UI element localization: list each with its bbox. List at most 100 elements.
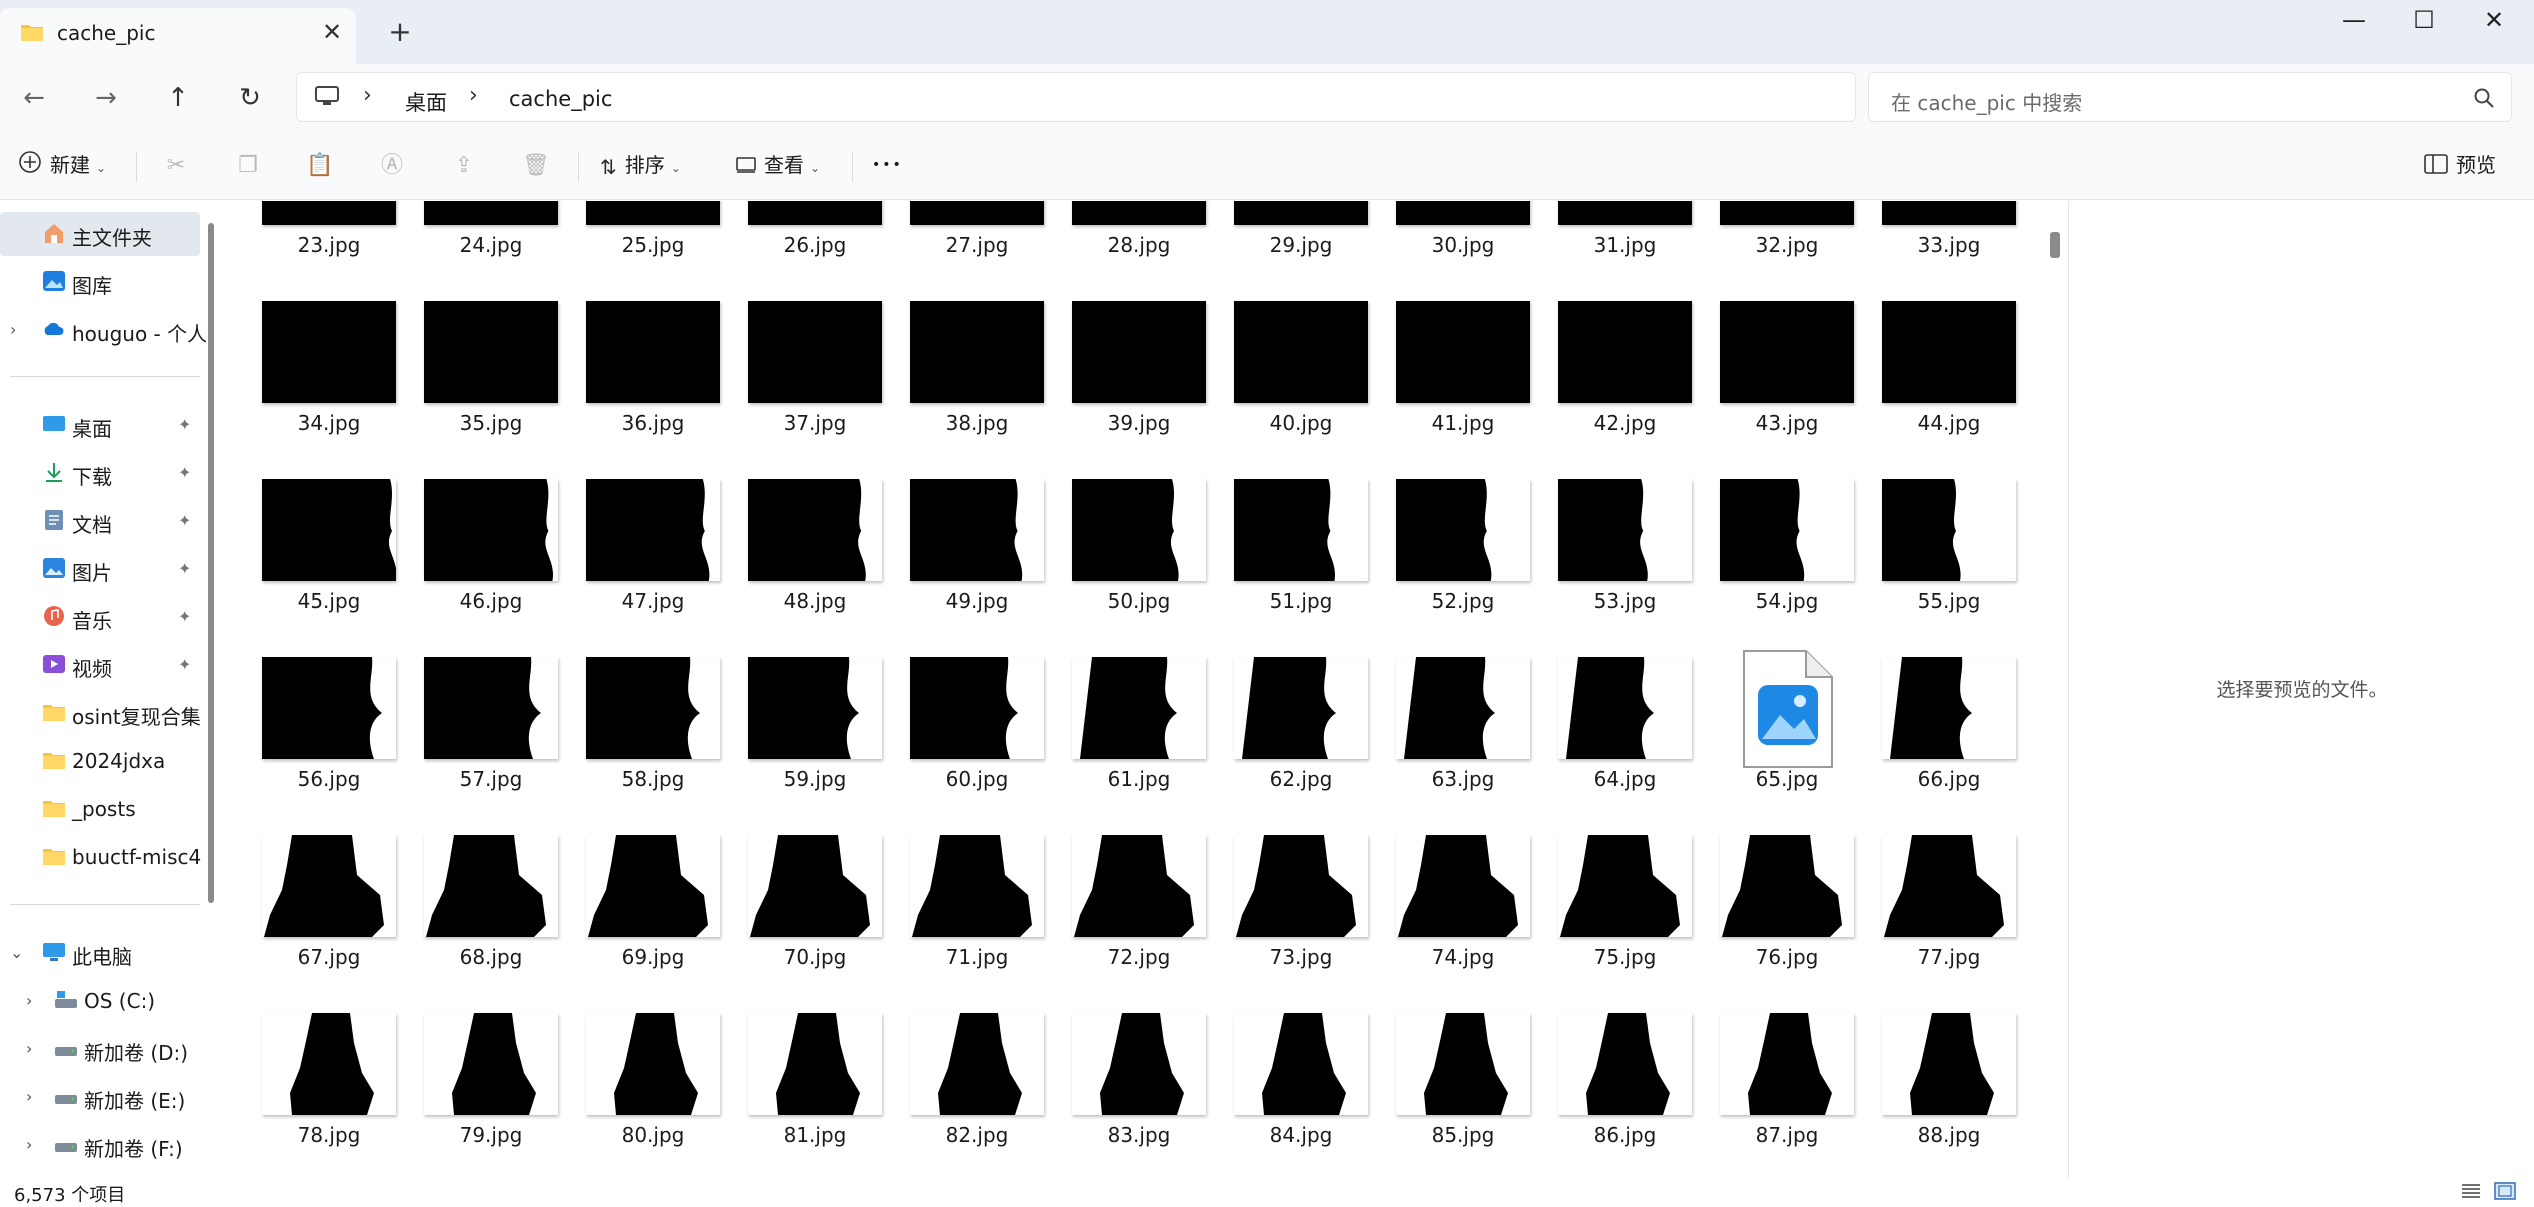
file-item[interactable]: 69.jpg bbox=[572, 835, 734, 1013]
sidebar-item-documents[interactable]: 文档 ✦ bbox=[0, 499, 200, 543]
file-item[interactable]: 38.jpg bbox=[896, 301, 1058, 479]
large-icons-view-icon[interactable] bbox=[2494, 1182, 2516, 1200]
file-item[interactable]: 86.jpg bbox=[1544, 1013, 1706, 1179]
file-item[interactable]: 37.jpg bbox=[734, 301, 896, 479]
file-item[interactable]: 50.jpg bbox=[1058, 479, 1220, 657]
file-item[interactable]: 76.jpg bbox=[1706, 835, 1868, 1013]
file-item[interactable]: 74.jpg bbox=[1382, 835, 1544, 1013]
maximize-button[interactable]: ☐ bbox=[2392, 0, 2456, 40]
file-item[interactable]: 66.jpg bbox=[1868, 657, 2030, 835]
file-grid[interactable]: 23.jpg 24.jpg 25.jpg 26.jpg 27.jpg 28.jpg 29.j… bbox=[228, 201, 2054, 1179]
file-item[interactable]: 34.jpg bbox=[248, 301, 410, 479]
sort-button[interactable]: ⇅ 排序 ⌄ bbox=[600, 144, 681, 186]
file-item[interactable]: 35.jpg bbox=[410, 301, 572, 479]
file-item[interactable]: 59.jpg bbox=[734, 657, 896, 835]
sidebar-item-this-pc[interactable]: ⌄ 此电脑 bbox=[0, 931, 200, 975]
rename-icon[interactable]: Ⓐ bbox=[376, 150, 408, 182]
file-item[interactable]: 64.jpg bbox=[1544, 657, 1706, 835]
sidebar-item-desktop[interactable]: 桌面 ✦ bbox=[0, 403, 200, 447]
sidebar-item-music[interactable]: 音乐 ✦ bbox=[0, 595, 200, 639]
sidebar-item-onedrive[interactable]: › houguo - 个人 bbox=[0, 308, 207, 352]
file-item[interactable]: 42.jpg bbox=[1544, 301, 1706, 479]
refresh-button[interactable]: ↻ bbox=[226, 76, 274, 120]
file-item[interactable]: 80.jpg bbox=[572, 1013, 734, 1179]
file-item[interactable]: 79.jpg bbox=[410, 1013, 572, 1179]
new-tab-button[interactable]: + bbox=[384, 16, 416, 48]
file-item[interactable]: 47.jpg bbox=[572, 479, 734, 657]
file-item[interactable]: 45.jpg bbox=[248, 479, 410, 657]
file-item[interactable]: 24.jpg bbox=[410, 201, 572, 301]
delete-icon[interactable]: 🗑 bbox=[520, 150, 552, 182]
sidebar-item-osint[interactable]: osint复现合集 bbox=[0, 691, 201, 735]
file-item[interactable]: 57.jpg bbox=[410, 657, 572, 835]
file-item[interactable]: 72.jpg bbox=[1058, 835, 1220, 1013]
file-grid-scrollbar[interactable] bbox=[2050, 232, 2060, 258]
file-item[interactable]: 78.jpg bbox=[248, 1013, 410, 1179]
chevron-right-icon[interactable]: › bbox=[26, 991, 32, 1010]
file-item[interactable]: 65.jpg bbox=[1706, 650, 1868, 835]
file-item[interactable]: 83.jpg bbox=[1058, 1013, 1220, 1179]
file-item[interactable]: 27.jpg bbox=[896, 201, 1058, 301]
file-item[interactable]: 88.jpg bbox=[1868, 1013, 2030, 1179]
file-item[interactable]: 85.jpg bbox=[1382, 1013, 1544, 1179]
sidebar-item-home[interactable]: 主文件夹 bbox=[0, 212, 200, 256]
breadcrumb-separator[interactable]: › bbox=[363, 83, 372, 108]
sidebar-item-gallery[interactable]: 图库 bbox=[0, 260, 200, 304]
view-button[interactable]: 查看 ⌄ bbox=[736, 144, 820, 186]
close-window-button[interactable]: ✕ bbox=[2462, 0, 2526, 40]
sidebar-item-drive-f[interactable]: › 新加卷 (F:) bbox=[0, 1123, 200, 1167]
preview-pane-button[interactable]: 预览 bbox=[2424, 144, 2496, 186]
file-item[interactable]: 40.jpg bbox=[1220, 301, 1382, 479]
forward-button[interactable]: → bbox=[82, 76, 130, 120]
sidebar-item-drive-d[interactable]: › 新加卷 (D:) bbox=[0, 1027, 200, 1071]
breadcrumb-separator[interactable]: › bbox=[469, 83, 478, 108]
file-item[interactable]: 53.jpg bbox=[1544, 479, 1706, 657]
chevron-right-icon[interactable]: › bbox=[26, 1135, 32, 1154]
address-bar[interactable]: › 桌面 › cache_pic bbox=[296, 72, 1856, 122]
file-item[interactable]: 28.jpg bbox=[1058, 201, 1220, 301]
search-input[interactable]: 在 cache_pic 中搜索 bbox=[1868, 72, 2512, 122]
file-item[interactable]: 52.jpg bbox=[1382, 479, 1544, 657]
sidebar-scrollbar[interactable] bbox=[208, 223, 214, 903]
file-item[interactable]: 33.jpg bbox=[1868, 201, 2030, 301]
file-item[interactable]: 61.jpg bbox=[1058, 657, 1220, 835]
file-item[interactable]: 41.jpg bbox=[1382, 301, 1544, 479]
new-button[interactable]: 新建 ⌄ bbox=[18, 144, 106, 186]
cut-icon[interactable]: ✂ bbox=[160, 150, 192, 182]
file-item[interactable]: 67.jpg bbox=[248, 835, 410, 1013]
file-item[interactable]: 54.jpg bbox=[1706, 479, 1868, 657]
sidebar-item-drive-c[interactable]: › OS (C:) bbox=[0, 979, 200, 1023]
file-item[interactable]: 77.jpg bbox=[1868, 835, 2030, 1013]
file-item[interactable]: 26.jpg bbox=[734, 201, 896, 301]
back-button[interactable]: ← bbox=[10, 76, 58, 120]
breadcrumb-cache-pic[interactable]: cache_pic bbox=[509, 87, 612, 111]
file-item[interactable]: 82.jpg bbox=[896, 1013, 1058, 1179]
chevron-right-icon[interactable]: › bbox=[26, 1087, 32, 1106]
file-item[interactable]: 71.jpg bbox=[896, 835, 1058, 1013]
file-item[interactable]: 56.jpg bbox=[248, 657, 410, 835]
file-item[interactable]: 55.jpg bbox=[1868, 479, 2030, 657]
close-tab-button[interactable]: ✕ bbox=[318, 18, 346, 46]
file-item[interactable]: 49.jpg bbox=[896, 479, 1058, 657]
chevron-right-icon[interactable]: › bbox=[10, 320, 16, 339]
sidebar-item-drive-e[interactable]: › 新加卷 (E:) bbox=[0, 1075, 200, 1119]
sidebar-item-videos[interactable]: 视频 ✦ bbox=[0, 643, 200, 687]
file-item[interactable]: 31.jpg bbox=[1544, 201, 1706, 301]
paste-icon[interactable]: 📋 bbox=[304, 150, 336, 182]
file-item[interactable]: 58.jpg bbox=[572, 657, 734, 835]
breadcrumb-desktop[interactable]: 桌面 bbox=[405, 87, 447, 117]
file-item[interactable]: 43.jpg bbox=[1706, 301, 1868, 479]
file-item[interactable]: 23.jpg bbox=[248, 201, 410, 301]
file-item[interactable]: 81.jpg bbox=[734, 1013, 896, 1179]
sidebar-item-buuctf[interactable]: buuctf-misc4 bbox=[0, 835, 201, 879]
sidebar-item-2024jdxa[interactable]: 2024jdxa bbox=[0, 739, 200, 783]
sidebar-item-pictures[interactable]: 图片 ✦ bbox=[0, 547, 200, 591]
details-view-icon[interactable] bbox=[2460, 1182, 2482, 1200]
up-button[interactable]: ↑ bbox=[154, 76, 202, 120]
file-item[interactable]: 25.jpg bbox=[572, 201, 734, 301]
minimize-button[interactable]: — bbox=[2322, 0, 2386, 40]
file-item[interactable]: 60.jpg bbox=[896, 657, 1058, 835]
file-item[interactable]: 87.jpg bbox=[1706, 1013, 1868, 1179]
file-item[interactable]: 75.jpg bbox=[1544, 835, 1706, 1013]
file-item[interactable]: 30.jpg bbox=[1382, 201, 1544, 301]
